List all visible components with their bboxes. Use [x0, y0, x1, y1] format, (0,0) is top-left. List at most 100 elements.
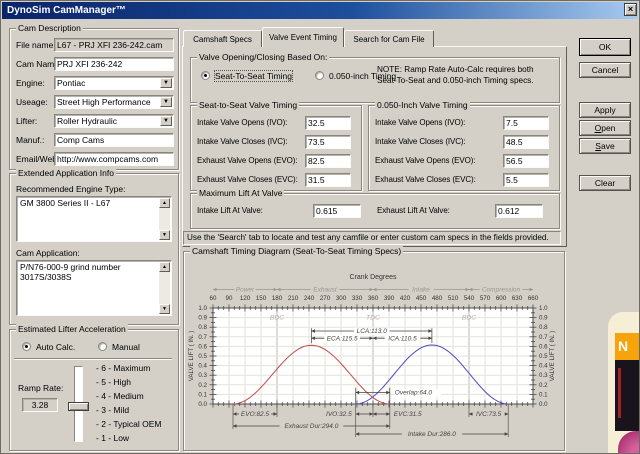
intake-lift-label: Intake Lift At Valve: [197, 206, 263, 215]
slider-scale-label: - 1 - Low [96, 433, 130, 443]
svg-text:0.7: 0.7 [539, 334, 548, 341]
slider-scale-label: - 3 - Mild [96, 405, 130, 415]
engine-select[interactable]: Pontiac ▼ [54, 76, 174, 90]
evc-label: Exhaust Valve Closes (EVC): [197, 175, 298, 184]
svg-text:Exhaust: Exhaust [313, 287, 338, 294]
seat-to-seat-timing-group: Seat-to-Seat Valve Timing Intake Valve O… [190, 100, 362, 191]
clear-button[interactable]: Clear [579, 175, 631, 191]
exhaust-lift-field[interactable]: 0.612 [495, 204, 543, 218]
svg-text:0.6: 0.6 [198, 343, 207, 350]
svg-text:0.5: 0.5 [539, 353, 548, 360]
ivo-field[interactable]: 32.5 [305, 116, 351, 130]
cancel-label: Cancel [591, 65, 619, 75]
ivc-field[interactable]: 73.5 [305, 135, 351, 149]
svg-text:330: 330 [352, 295, 363, 302]
inch-timing-group: 0.050-Inch Valve Timing Intake Valve Ope… [368, 100, 560, 191]
slider-scale-label: - 6 - Maximum [96, 363, 151, 373]
svg-text:0.3: 0.3 [198, 372, 207, 379]
ok-button[interactable]: OK [579, 38, 631, 56]
cam-name-field[interactable]: PRJ XFI 236-242 [54, 57, 174, 71]
evo-050-field[interactable]: 56.5 [503, 154, 549, 168]
svg-text:Exhaust Dur:294.0: Exhaust Dur:294.0 [284, 423, 338, 430]
slider-scale-label: - 4 - Medium [96, 391, 144, 401]
group-title: Estimated Lifter Acceleration [16, 324, 128, 334]
cam-description-group: Cam Description File name: L67 - PRJ XFI… [9, 23, 179, 170]
titlebar[interactable]: DynoSim CamManager™ [2, 2, 638, 19]
note-line2: Seat-To-Seat and 0.050-inch Timing specs… [377, 76, 534, 85]
dropdown-arrow-icon[interactable]: ▼ [160, 116, 172, 126]
cancel-button[interactable]: Cancel [579, 62, 631, 78]
group-title: Valve Opening/Closing Based On: [197, 52, 330, 62]
useage-select[interactable]: Street High Performance ▼ [54, 95, 174, 109]
tab-label: Valve Event Timing [269, 33, 337, 42]
valve-basis-group: Valve Opening/Closing Based On: Seat-To-… [190, 52, 560, 103]
apply-button[interactable]: Apply [579, 102, 631, 118]
svg-text:0.1: 0.1 [539, 391, 548, 398]
open-label: Open [594, 123, 616, 133]
seat-to-seat-radio[interactable] [201, 71, 210, 80]
svg-text:Overlap:64.0: Overlap:64.0 [395, 390, 433, 397]
close-button[interactable]: × [624, 3, 637, 16]
tab-valve-event-timing[interactable]: Valve Event Timing [262, 27, 344, 47]
file-name-label: File name: [16, 40, 56, 50]
cam-application-value: P/N76-000-9 grind number 3017S/3038S [20, 262, 121, 282]
dropdown-arrow-icon[interactable]: ▼ [160, 78, 172, 88]
svg-text:540: 540 [464, 295, 475, 302]
manual-radio[interactable] [98, 342, 107, 351]
svg-text:210: 210 [288, 295, 299, 302]
auto-calc-radio[interactable] [22, 342, 31, 351]
svg-text:EVC:31.5: EVC:31.5 [394, 411, 422, 418]
ad-accent [618, 368, 621, 418]
evc-label: Exhaust Valve Closes (EVC): [375, 175, 476, 184]
svg-text:TDC: TDC [366, 315, 380, 322]
cam-application-label: Cam Application: [16, 248, 80, 258]
scroll-down-icon[interactable]: ▼ [159, 230, 170, 240]
scroll-up-icon[interactable]: ▲ [159, 198, 170, 208]
ad-overlay: N [608, 312, 639, 453]
tab-search-for-cam-file[interactable]: Search for Cam File [344, 30, 434, 47]
lifter-select[interactable]: Roller Hydraulic ▼ [54, 114, 174, 128]
svg-text:570: 570 [480, 295, 491, 302]
svg-text:0.2: 0.2 [539, 382, 548, 389]
svg-text:Compression: Compression [482, 287, 521, 294]
useage-value: Street High Performance [57, 97, 151, 107]
save-button[interactable]: Save [579, 138, 631, 154]
open-button[interactable]: Open [579, 120, 631, 136]
manuf-field[interactable]: Comp Cams [54, 133, 174, 147]
email-web-field[interactable]: http://www.compcams.com [54, 152, 174, 166]
ivo-050-field[interactable]: 7.5 [503, 116, 549, 130]
save-label: Save [595, 141, 615, 151]
ivc-050-field[interactable]: 48.5 [503, 135, 549, 149]
slider-scale-label: - 5 - High [96, 377, 131, 387]
scrollbar[interactable]: ▲ ▼ [159, 198, 170, 240]
svg-text:0.4: 0.4 [198, 363, 207, 370]
svg-text:660: 660 [528, 295, 539, 302]
email-web-label: Email/Web: [16, 154, 60, 164]
evo-label: Exhaust Valve Opens (EVO): [197, 156, 298, 165]
scrollbar[interactable]: ▲ ▼ [159, 262, 170, 314]
svg-text:IVO:32.5: IVO:32.5 [326, 411, 352, 418]
svg-text:120: 120 [240, 295, 251, 302]
seat-to-seat-label: Seat-To-Seat Timing [213, 70, 294, 82]
intake-lift-field[interactable]: 0.615 [313, 204, 361, 218]
tab-camshaft-specs[interactable]: Camshaft Specs [183, 30, 262, 47]
scroll-up-icon[interactable]: ▲ [159, 262, 170, 272]
recommended-engine-type-textarea[interactable]: GM 3800 Series II - L67 ▲ ▼ [16, 196, 172, 242]
ramp-rate-slider-thumb[interactable] [68, 402, 89, 411]
status-text: Use the 'Search' tab to locate and test … [183, 231, 561, 245]
svg-text:90: 90 [226, 295, 233, 302]
svg-text:0.4: 0.4 [539, 363, 548, 370]
apply-label: Apply [594, 105, 616, 115]
cam-application-textarea[interactable]: P/N76-000-9 grind number 3017S/3038S ▲ ▼ [16, 260, 172, 316]
evc-050-field[interactable]: 5.5 [503, 173, 549, 187]
evo-field[interactable]: 82.5 [305, 154, 351, 168]
scroll-down-icon[interactable]: ▼ [159, 304, 170, 314]
evc-field[interactable]: 31.5 [305, 173, 351, 187]
exhaust-lift-label: Exhaust Lift At Valve: [377, 206, 450, 215]
dropdown-arrow-icon[interactable]: ▼ [160, 97, 172, 107]
ok-label: OK [598, 42, 612, 52]
svg-text:150: 150 [256, 295, 267, 302]
camshaft-timing-diagram-group: Camshaft Timing Diagram (Seat-To-Seat Ti… [183, 246, 565, 451]
inch-timing-radio[interactable] [315, 71, 324, 80]
ivo-label: Intake Valve Opens (IVO): [375, 118, 466, 127]
